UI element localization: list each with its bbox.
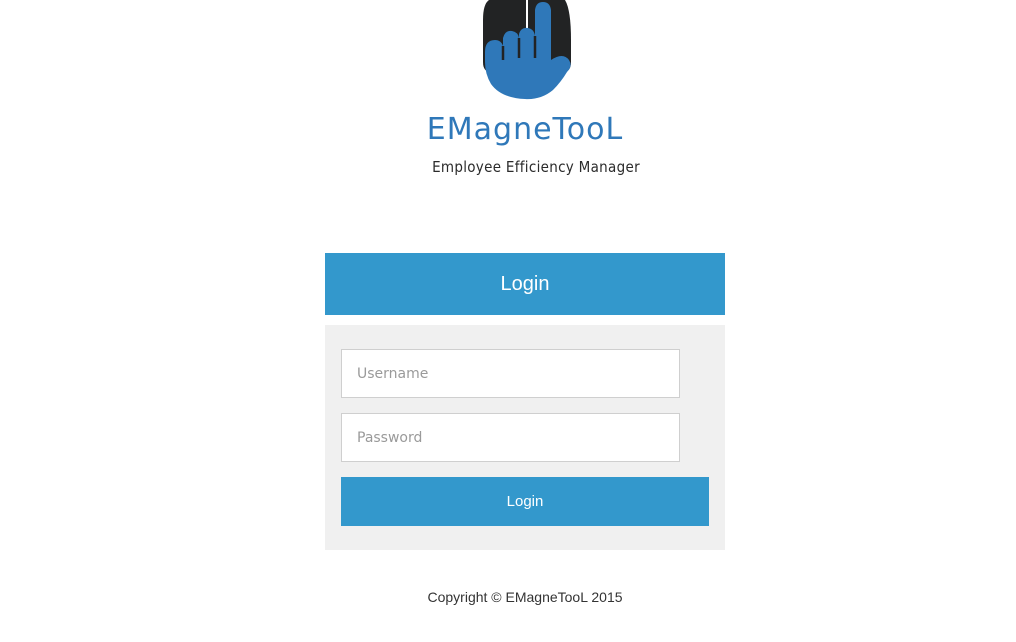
- hand-pointer-mouse-icon: [483, 0, 571, 100]
- copyright-text: Copyright © EMagneTooL 2015: [427, 589, 623, 605]
- password-input[interactable]: [341, 413, 680, 462]
- login-form: Login: [325, 325, 725, 550]
- brand-name: EMagneTooL: [426, 112, 624, 147]
- username-input[interactable]: [341, 349, 680, 398]
- login-button[interactable]: Login: [341, 477, 709, 526]
- brand-tagline: Employee Efficiency Manager: [432, 158, 640, 176]
- login-page: EMagneTooL Employee Efficiency Manager L…: [0, 0, 1016, 642]
- login-header: Login: [325, 253, 725, 315]
